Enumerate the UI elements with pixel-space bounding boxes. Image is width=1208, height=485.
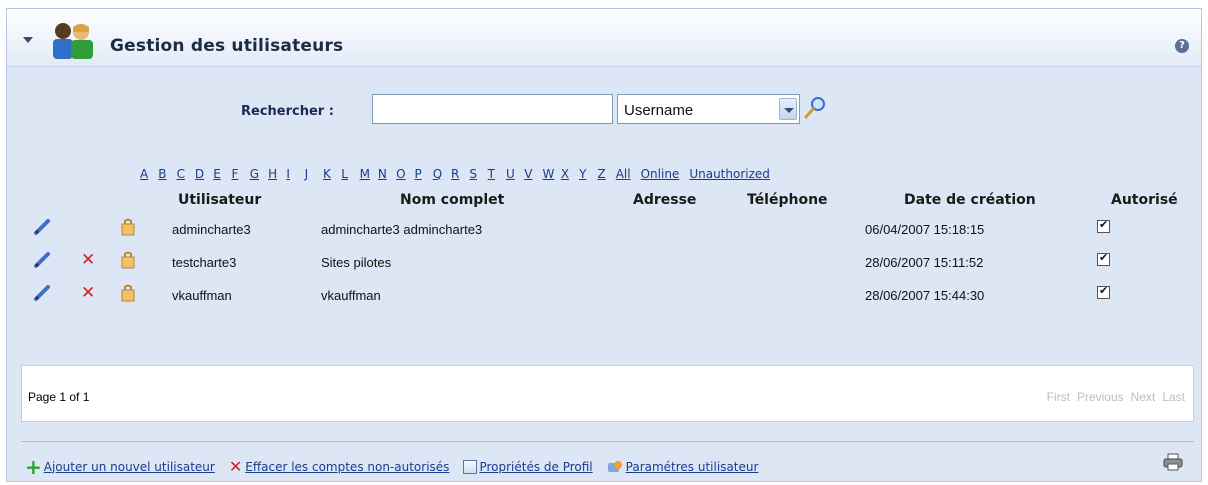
- alpha-filter-e[interactable]: E: [213, 167, 231, 181]
- column-header-created: Date de création: [904, 192, 1036, 208]
- alpha-filter-h[interactable]: H: [268, 167, 286, 181]
- delete-unauthorized-label[interactable]: Effacer les comptes non-autorisés: [245, 460, 449, 474]
- alpha-filter-w[interactable]: W: [543, 167, 561, 181]
- alpha-filter-r[interactable]: R: [451, 167, 469, 181]
- search-field-select[interactable]: Username: [617, 94, 800, 124]
- footer-actions: + Ajouter un nouvel utilisateur ✕ Efface…: [25, 454, 772, 479]
- panel-title: Gestion des utilisateurs: [110, 36, 344, 56]
- search-input[interactable]: [372, 94, 613, 124]
- delete-user-icon[interactable]: ✕: [81, 283, 95, 303]
- print-icon[interactable]: [1163, 453, 1183, 471]
- cell-username: vkauffman: [172, 288, 232, 303]
- delete-icon: ✕: [228, 457, 243, 476]
- authorized-checkbox: [1097, 284, 1110, 299]
- column-header-authorized: Autorisé: [1111, 192, 1178, 208]
- alpha-filter-f[interactable]: F: [231, 167, 249, 181]
- filter-all[interactable]: All: [616, 167, 631, 181]
- alpha-filter-p[interactable]: P: [414, 167, 432, 181]
- alpha-filter-u[interactable]: U: [506, 167, 524, 181]
- page-info: Page 1 of 1: [28, 390, 90, 404]
- cell-username: admincharte3: [172, 222, 251, 237]
- alphabet-filter: A B C D E F G H I J K L M N O P Q R S T U V W X Y Z All Online Unaut…: [140, 167, 780, 181]
- user-management-panel: Gestion des utilisateurs ? Rechercher : …: [6, 8, 1202, 482]
- pager-first[interactable]: First: [1047, 390, 1070, 404]
- alpha-filter-q[interactable]: Q: [433, 167, 451, 181]
- user-settings-link[interactable]: Paramétres utilisateur: [607, 460, 759, 474]
- user-settings-label[interactable]: Paramétres utilisateur: [626, 460, 759, 474]
- user-roles-icon[interactable]: [120, 284, 136, 302]
- column-header-fullname: Nom complet: [400, 192, 505, 208]
- users-group-icon: [53, 23, 93, 59]
- cell-fullname: Sites pilotes: [321, 255, 392, 270]
- pager-nav: First Previous Next Last: [1047, 390, 1185, 404]
- filter-online[interactable]: Online: [641, 167, 680, 181]
- alpha-filter-x[interactable]: X: [561, 167, 579, 181]
- profile-properties-icon: [463, 459, 478, 474]
- cell-username: testcharte3: [172, 255, 237, 270]
- chevron-down-icon[interactable]: [779, 98, 797, 120]
- column-header-address: Adresse: [633, 192, 697, 208]
- column-header-username: Utilisateur: [178, 192, 262, 208]
- alpha-filter-a[interactable]: A: [140, 167, 158, 181]
- add-user-icon: +: [25, 454, 42, 479]
- filter-unauthorized[interactable]: Unauthorized: [689, 167, 770, 181]
- alpha-filter-y[interactable]: Y: [579, 167, 597, 181]
- table-row: admincharte3 admincharte3 admincharte3 06/…: [7, 214, 1201, 244]
- search-label: Rechercher :: [241, 104, 334, 119]
- alpha-filter-l[interactable]: L: [341, 167, 359, 181]
- delete-user-icon[interactable]: ✕: [81, 250, 95, 270]
- pager: Page 1 of 1 First Previous Next Last: [21, 365, 1194, 422]
- profile-properties-link[interactable]: Propriétés de Profil: [463, 459, 593, 474]
- search-field-value: Username: [624, 102, 694, 119]
- edit-pencil-icon[interactable]: [33, 251, 51, 269]
- alpha-filter-t[interactable]: T: [488, 167, 506, 181]
- user-roles-icon[interactable]: [120, 218, 136, 236]
- alpha-filter-v[interactable]: V: [524, 167, 542, 181]
- cell-created: 28/06/2007 15:11:52: [865, 255, 984, 270]
- alpha-filter-d[interactable]: D: [195, 167, 213, 181]
- add-user-label[interactable]: Ajouter un nouvel utilisateur: [44, 460, 215, 474]
- cell-created: 06/04/2007 15:18:15: [865, 222, 985, 237]
- alpha-filter-b[interactable]: B: [158, 167, 176, 181]
- edit-pencil-icon[interactable]: [33, 218, 51, 236]
- alpha-filter-m[interactable]: M: [360, 167, 378, 181]
- cell-created: 28/06/2007 15:44:30: [865, 288, 985, 303]
- pager-next[interactable]: Next: [1131, 390, 1156, 404]
- alpha-filter-s[interactable]: S: [469, 167, 487, 181]
- collapse-toggle-icon[interactable]: [23, 37, 33, 43]
- delete-unauthorized-link[interactable]: ✕ Effacer les comptes non-autorisés: [229, 457, 450, 476]
- settings-icon: [607, 460, 622, 472]
- edit-pencil-icon[interactable]: [33, 284, 51, 302]
- authorized-checkbox: [1097, 218, 1110, 233]
- alpha-filter-c[interactable]: C: [177, 167, 195, 181]
- add-user-link[interactable]: + Ajouter un nouvel utilisateur: [25, 454, 215, 479]
- alpha-filter-i[interactable]: I: [286, 167, 304, 181]
- pager-last[interactable]: Last: [1162, 390, 1185, 404]
- profile-properties-label[interactable]: Propriétés de Profil: [479, 460, 592, 474]
- alpha-filter-o[interactable]: O: [396, 167, 414, 181]
- user-roles-icon[interactable]: [120, 251, 136, 269]
- pager-previous[interactable]: Previous: [1077, 390, 1124, 404]
- help-icon[interactable]: ?: [1175, 39, 1189, 53]
- authorized-checkbox: [1097, 251, 1110, 266]
- search-icon[interactable]: [803, 95, 827, 121]
- panel-header: Gestion des utilisateurs ?: [7, 9, 1201, 67]
- alpha-filter-j[interactable]: J: [305, 167, 323, 181]
- footer-divider: [21, 441, 1194, 442]
- alpha-filter-z[interactable]: Z: [597, 167, 615, 181]
- cell-fullname: admincharte3 admincharte3: [321, 222, 483, 237]
- alpha-filter-n[interactable]: N: [378, 167, 396, 181]
- cell-fullname: vkauffman: [321, 288, 381, 303]
- alpha-filter-g[interactable]: G: [250, 167, 268, 181]
- table-row: ✕ vkauffman vkauffman 28/06/2007 15:44:30: [7, 280, 1201, 310]
- table-row: ✕ testcharte3 Sites pilotes 28/06/2007 15:1…: [7, 247, 1201, 277]
- alpha-filter-k[interactable]: K: [323, 167, 341, 181]
- column-header-phone: Téléphone: [747, 192, 828, 208]
